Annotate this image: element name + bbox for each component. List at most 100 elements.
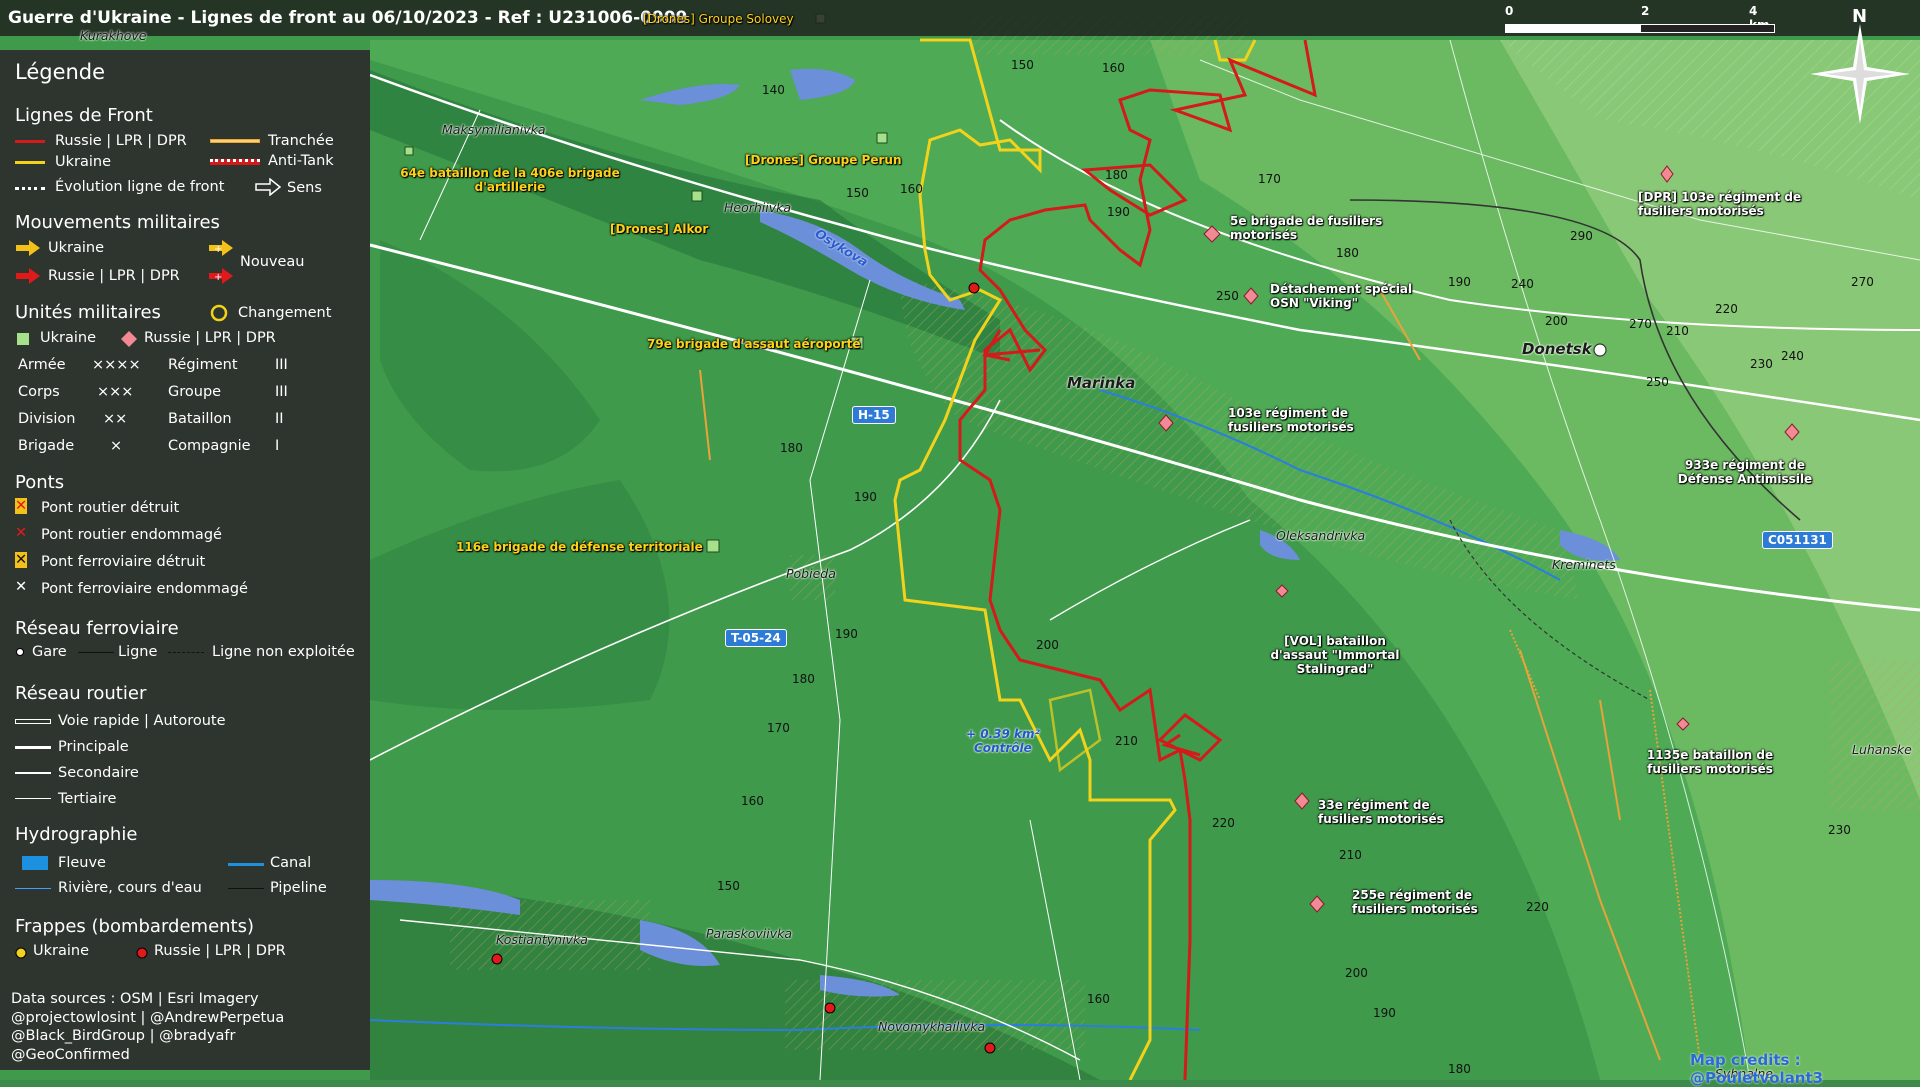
place-kurakhove[interactable]: Kurakhove	[80, 28, 146, 43]
ru-unit-label-255th[interactable]: 255e régiment de fusiliers motorisés	[1352, 888, 1512, 916]
contour-label: 150	[846, 186, 869, 200]
road-shield-c051131: C051131	[1762, 531, 1833, 549]
contour-label: 270	[1851, 275, 1874, 289]
contour-label: 190	[1107, 205, 1130, 219]
scale-tick-0: 0	[1505, 4, 1514, 18]
rail-bridge-destroyed-icon: ✕	[15, 552, 28, 568]
contour-label: 180	[792, 672, 815, 686]
unit-battalion: Bataillon	[168, 411, 232, 427]
tertiary-road-swatch	[15, 798, 51, 799]
rail-unused-swatch	[168, 652, 204, 653]
river-swatch	[22, 856, 48, 870]
direction-arrow-icon	[255, 178, 282, 196]
scale-tick-2: 2	[1641, 4, 1650, 18]
place-kreminets[interactable]: Kreminets	[1552, 557, 1616, 572]
contour-label: 240	[1511, 277, 1534, 291]
stream-swatch	[15, 888, 51, 889]
legend-hydro-title: Hydrographie	[15, 824, 138, 845]
legend-front-ukraine: Ukraine	[55, 154, 111, 170]
map-credit[interactable]: Map credits : @Pouletvolant3	[1690, 1051, 1920, 1087]
legend-rail-line: Ligne	[118, 644, 158, 660]
contour-label: 190	[1448, 275, 1471, 289]
contour-label: 230	[1828, 823, 1851, 837]
gain-status: Contrôle	[974, 741, 1032, 755]
data-sources: Data sources : OSM | Esri Imagery @proje…	[11, 990, 284, 1064]
ukraine-unit-swatch	[17, 333, 29, 345]
place-luhanske[interactable]: Luhanske	[1852, 742, 1912, 757]
legend-bridge-2: Pont ferroviaire détruit	[41, 554, 206, 570]
road-bridge-damaged-icon: ✕	[15, 525, 28, 541]
secondary-road-swatch	[15, 772, 51, 774]
legend-header: Légende	[15, 60, 106, 84]
contour-label: 170	[1258, 172, 1281, 186]
place-novomykhailivka[interactable]: Novomykhailivka	[878, 1019, 985, 1034]
scale-bar: 0 2 4 km	[1505, 4, 1775, 34]
contour-label: 180	[1336, 246, 1359, 260]
ua-unit-label-perun[interactable]: [Drones] Groupe Perun	[745, 153, 902, 167]
place-heorhiivka[interactable]: Heorhiivka	[724, 200, 791, 215]
ua-unit-label-79th[interactable]: 79e brigade d'assaut aéroporté	[647, 337, 860, 351]
canal-swatch	[228, 863, 264, 866]
new-russia-move-icon: +	[209, 268, 233, 284]
contour-label: 240	[1781, 349, 1804, 363]
unit-battalion-symbol: II	[275, 411, 284, 427]
unit-corps-symbol: ×××	[97, 384, 134, 400]
change-circle-icon	[210, 304, 228, 322]
legend-panel: Légende Lignes de Front Russie | LPR | D…	[0, 50, 370, 1070]
legend-move-new: Nouveau	[240, 254, 305, 270]
place-marinka[interactable]: Marinka	[1067, 374, 1135, 392]
contour-label: 190	[1373, 1006, 1396, 1020]
legend-units-ukraine: Ukraine	[40, 330, 96, 346]
road-shield-t0524: T-05-24	[725, 629, 787, 647]
ru-unit-label-dpr-103rd[interactable]: [DPR] 103e régiment de fusiliers motoris…	[1638, 190, 1808, 218]
place-donetsk[interactable]: Donetsk	[1522, 340, 1592, 358]
legend-bridge-0: Pont routier détruit	[41, 500, 180, 516]
russia-move-arrow-icon	[16, 268, 40, 284]
contour-label: 220	[1715, 302, 1738, 316]
unit-army-symbol: ××××	[92, 357, 141, 373]
svg-text:+: +	[214, 272, 222, 283]
contour-label: 160	[1102, 61, 1125, 75]
contour-label: 160	[900, 182, 923, 196]
contour-label: 210	[1339, 848, 1362, 862]
pipeline-swatch	[228, 888, 264, 889]
unit-division: Division	[18, 411, 76, 427]
rail-bridge-damaged-icon: ✕	[15, 579, 28, 595]
ru-unit-label-5th[interactable]: 5e brigade de fusiliers motorisés	[1230, 214, 1400, 242]
legend-front-antitank: Anti-Tank	[268, 153, 334, 169]
contour-label: 230	[1750, 357, 1773, 371]
unit-corps: Corps	[18, 384, 60, 400]
unit-regiment-symbol: III	[275, 357, 288, 373]
ua-unit-label-64th[interactable]: 64e bataillon de la 406e brigade d'artil…	[400, 166, 620, 194]
legend-bridge-1: Pont routier endommagé	[41, 527, 222, 543]
ua-unit-label-solovey[interactable]: [Drones] Groupe Solovey	[643, 12, 794, 26]
main-road-swatch	[15, 746, 51, 749]
contour-label: 150	[1011, 58, 1034, 72]
legend-front-evolution: Évolution ligne de front	[55, 179, 225, 195]
scale-segment-1	[1505, 24, 1640, 33]
legend-strike-ukraine: Ukraine	[33, 943, 89, 959]
source-line-2: @Black_BirdGroup | @bradyafr	[11, 1028, 236, 1044]
legend-units-russia: Russie | LPR | DPR	[144, 330, 276, 346]
place-oleksandrivka[interactable]: Oleksandrivka	[1276, 528, 1365, 543]
place-pobieda[interactable]: Pobieda	[786, 566, 836, 581]
ru-unit-label-103rd[interactable]: 103e régiment de fusiliers motorisés	[1228, 406, 1378, 434]
map-title: Guerre d'Ukraine - Lignes de front au 06…	[8, 8, 688, 28]
road-shield-h15: H-15	[852, 406, 896, 424]
place-maksymilianivka[interactable]: Maksymilianivka	[442, 122, 546, 137]
ru-unit-label-1135th[interactable]: 1135e bataillon de fusiliers motorisés	[1645, 748, 1775, 776]
ua-unit-label-116th[interactable]: 116e brigade de défense territoriale	[456, 540, 703, 554]
ru-unit-label-933rd[interactable]: 933e régiment de Défense Antimissile	[1665, 458, 1825, 486]
evolution-swatch	[15, 187, 45, 190]
legend-movements-title: Mouvements militaires	[15, 212, 220, 233]
ru-unit-label-viking[interactable]: Détachement spécial OSN "Viking"	[1270, 282, 1440, 310]
legend-rail-station: Gare	[32, 644, 67, 660]
legend-bridges-title: Ponts	[15, 472, 65, 493]
ua-unit-label-alkor[interactable]: [Drones] Alkor	[610, 222, 708, 236]
ru-unit-label-33rd[interactable]: 33e régiment de fusiliers motorisés	[1318, 798, 1478, 826]
place-paraskoviivka[interactable]: Paraskoviivka	[706, 926, 792, 941]
place-kostiantynivka[interactable]: Kostiantynivka	[496, 932, 588, 947]
legend-rail-title: Réseau ferroviaire	[15, 618, 179, 639]
ukraine-strike-dot-icon	[15, 947, 27, 959]
ru-unit-label-stalingrad[interactable]: [VOL] bataillon d'assaut "Immortal Stali…	[1260, 634, 1410, 676]
